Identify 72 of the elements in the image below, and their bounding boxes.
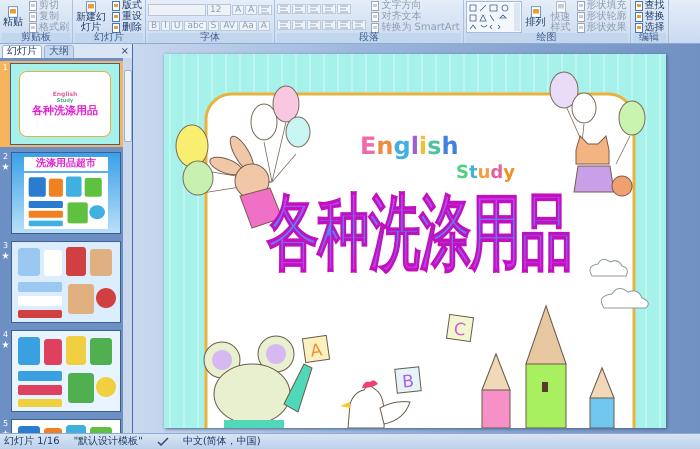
slide-number: 1 xyxy=(2,63,8,72)
page-icon xyxy=(28,22,38,33)
group-label: 剪贴板 xyxy=(2,33,70,43)
ribbon-button[interactable]: 版式 xyxy=(110,1,143,12)
ribbon-button[interactable]: 重设 xyxy=(110,12,143,22)
lines-icon xyxy=(294,5,304,13)
ribbon-button[interactable]: 查找 xyxy=(632,1,666,12)
page-icon xyxy=(85,1,97,13)
ribbon-button[interactable]: 排列 xyxy=(524,6,547,28)
ribbon-button[interactable]: 粘贴 xyxy=(2,6,24,28)
shapes-gallery[interactable] xyxy=(466,1,522,33)
page-icon xyxy=(111,22,121,33)
thumbnail-title: 洗涤用品超市 xyxy=(24,157,108,171)
page-icon xyxy=(634,12,644,22)
lines-icon xyxy=(339,5,350,13)
slide-number: 4 xyxy=(2,330,8,339)
ribbon-button[interactable]: 删除 xyxy=(110,22,143,33)
group-label: 编辑 xyxy=(632,33,666,43)
spellcheck-icon[interactable] xyxy=(156,436,169,446)
panel-tab[interactable]: 大纲 xyxy=(44,45,74,58)
english-text: English xyxy=(360,132,459,160)
status-text: 幻灯片 1/16 xyxy=(4,436,60,448)
slide-thumbnail[interactable]: 洗涤用品超市 xyxy=(11,152,121,234)
group-label: 绘图 xyxy=(466,33,628,43)
page-icon xyxy=(576,22,586,33)
page-icon xyxy=(370,12,380,22)
letter-block: C xyxy=(446,314,474,342)
slide-title[interactable]: 各种洗涤用品 xyxy=(266,185,572,282)
panel-tab[interactable]: 幻灯片 xyxy=(2,45,42,58)
lines-icon xyxy=(279,21,290,29)
cloud-drawing xyxy=(600,288,649,308)
slide-number: 3 xyxy=(2,241,8,250)
slide-number: 5 xyxy=(2,419,8,428)
page-icon xyxy=(634,22,644,33)
lines-icon xyxy=(309,5,320,13)
page-icon xyxy=(634,1,644,12)
close-button[interactable]: × xyxy=(120,46,129,58)
letter-block: A xyxy=(302,334,330,364)
letter-block: B xyxy=(394,366,422,394)
ribbon-button[interactable]: 替换 xyxy=(632,12,666,22)
cat-drawing xyxy=(573,135,632,196)
page-icon xyxy=(530,6,542,18)
page-icon xyxy=(28,1,38,12)
group-label: 幻灯片 xyxy=(75,33,143,43)
page-icon xyxy=(370,1,380,12)
slide-number: 2 xyxy=(2,152,8,161)
page-icon xyxy=(7,6,19,18)
status-text: 中文(简体，中国) xyxy=(182,436,261,448)
page-icon xyxy=(576,1,586,12)
lines-icon xyxy=(324,5,334,13)
lines-icon xyxy=(294,21,304,29)
page-icon xyxy=(554,1,567,13)
status-text: "默认设计模板" xyxy=(74,436,143,448)
lines-icon xyxy=(260,6,270,14)
cloud-drawing xyxy=(590,258,628,276)
ribbon-button[interactable]: 选择 xyxy=(632,22,666,33)
page-icon xyxy=(111,12,121,22)
page-icon xyxy=(370,22,380,33)
lines-icon xyxy=(354,21,364,29)
page-icon xyxy=(576,12,586,22)
page-icon xyxy=(111,1,121,12)
lines-icon xyxy=(279,5,290,13)
group-label: 段落 xyxy=(277,33,461,43)
thumbnail-title: 各种洗涤用品 xyxy=(32,104,98,117)
lines-icon xyxy=(324,21,334,29)
scrollbar-thumb[interactable] xyxy=(124,70,132,142)
lines-icon xyxy=(339,21,350,29)
study-text: Study xyxy=(456,162,516,183)
page-icon xyxy=(28,12,38,22)
lines-icon xyxy=(309,21,320,29)
ribbon-button[interactable]: 新建幻灯片 xyxy=(75,1,107,33)
group-label: 字体 xyxy=(148,33,272,43)
